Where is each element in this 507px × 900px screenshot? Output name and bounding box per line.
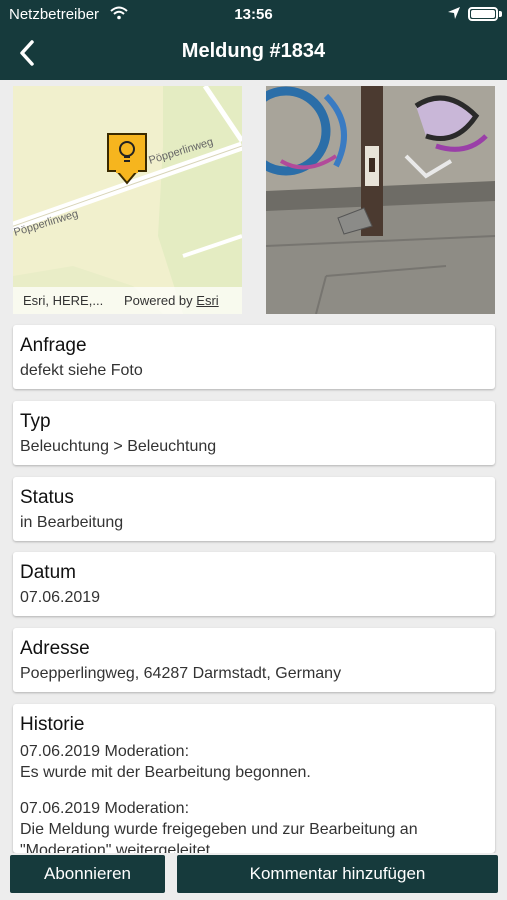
history-label: Historie	[20, 714, 85, 735]
type-label: Typ	[20, 411, 51, 432]
action-bar: Abonnieren Kommentar hinzufügen	[0, 853, 507, 900]
report-photo[interactable]	[266, 86, 495, 314]
request-label: Anfrage	[20, 335, 87, 356]
powered-by: Powered by Esri	[124, 293, 219, 308]
history-entry-text: Die Meldung wurde freigegeben und zur Be…	[20, 821, 418, 853]
status-card: Status in Bearbeitung	[13, 477, 495, 541]
date-label: Datum	[20, 562, 76, 583]
location-arrow-icon	[448, 7, 460, 19]
address-value: Poepperlingweg, 64287 Darmstadt, Germany	[20, 665, 342, 682]
esri-link[interactable]: Esri	[196, 293, 218, 308]
type-value: Beleuchtung > Beleuchtung	[20, 438, 217, 455]
location-map[interactable]: Pöpperlinweg Pöpperlinweg Esri, HERE,...…	[13, 86, 242, 314]
request-card: Anfrage defekt siehe Foto	[13, 325, 495, 389]
photo-image	[266, 86, 495, 314]
navigation-header: Netzbetreiber 13:56 Meldung #1834	[0, 0, 507, 80]
date-value: 07.06.2019	[20, 589, 101, 606]
history-list: 07.06.2019 Moderation: Es wurde mit der …	[20, 741, 490, 853]
battery-icon	[468, 7, 498, 21]
request-value: defekt siehe Foto	[20, 362, 143, 379]
history-entry-header: 07.06.2019 Moderation:	[20, 743, 190, 760]
attribution-text: Esri, HERE,...	[23, 293, 104, 308]
status-time: 13:56	[234, 6, 273, 23]
history-entry-header: 07.06.2019 Moderation:	[20, 800, 190, 817]
address-label: Adresse	[20, 638, 90, 659]
status-value: in Bearbeitung	[20, 514, 124, 531]
subscribe-button[interactable]: Abonnieren	[10, 855, 165, 893]
page-title: Meldung #1834	[181, 40, 326, 62]
history-card: Historie 07.06.2019 Moderation: Es wurde…	[13, 704, 495, 853]
type-card: Typ Beleuchtung > Beleuchtung	[13, 401, 495, 465]
map-canvas: Pöpperlinweg Pöpperlinweg	[13, 86, 242, 314]
history-entry-text: Es wurde mit der Bearbeitung begonnen.	[20, 764, 311, 781]
date-card: Datum 07.06.2019	[13, 552, 495, 616]
address-card: Adresse Poepperlingweg, 64287 Darmstadt,…	[13, 628, 495, 692]
history-entry: 07.06.2019 Moderation: Die Meldung wurde…	[20, 798, 490, 853]
map-attribution: Esri, HERE,... Powered by Esri	[13, 287, 242, 314]
status-bar: Netzbetreiber 13:56	[0, 0, 507, 28]
history-entry: 07.06.2019 Moderation: Es wurde mit der …	[20, 741, 490, 783]
add-comment-button[interactable]: Kommentar hinzufügen	[177, 855, 498, 893]
status-label: Status	[20, 487, 74, 508]
battery-tip	[499, 11, 502, 17]
powered-by-label: Powered by	[124, 293, 193, 308]
